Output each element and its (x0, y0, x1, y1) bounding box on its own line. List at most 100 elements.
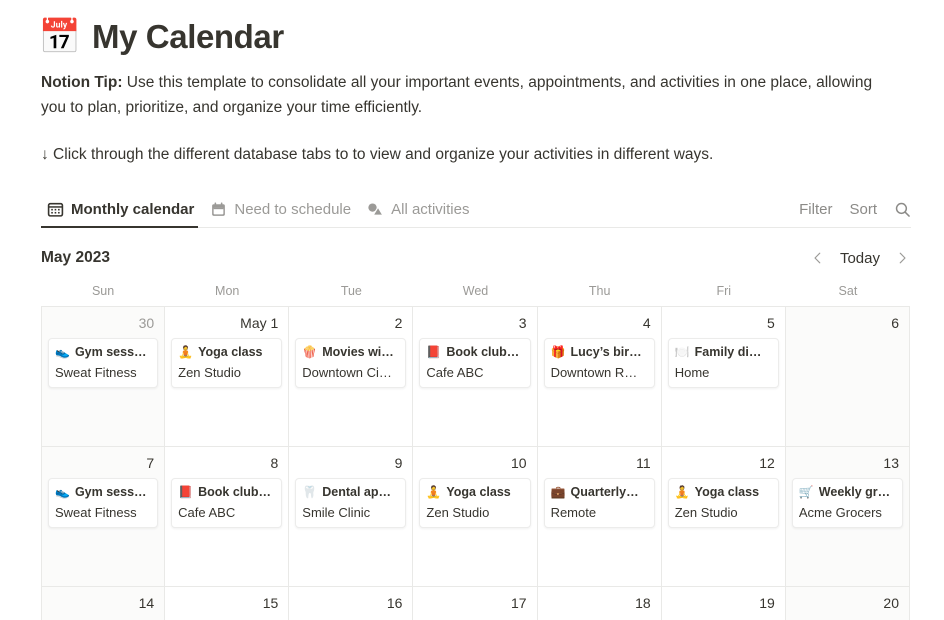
event-title: Yoga class (446, 485, 511, 499)
popcorn-emoji: 🍿 (302, 345, 318, 359)
day-of-week-label: Tue (340, 284, 362, 298)
calendar-day-cell[interactable]: 17 (413, 587, 538, 620)
database-tabbar: Monthly calendar Need to schedule All ac… (41, 192, 911, 228)
yoga-emoji: 🧘 (426, 485, 442, 499)
sort-button[interactable]: Sort (849, 201, 877, 218)
calendar-event-card[interactable]: 🧘 Yoga class Zen Studio (171, 338, 283, 388)
event-location: Cafe ABC (178, 505, 236, 520)
calendar-day-cell[interactable]: May 1 🧘 Yoga class Zen Studio (165, 307, 290, 446)
calendar-event-card[interactable]: 🍽️ Family di… Home (667, 338, 779, 388)
tab-need-to-schedule[interactable]: Need to schedule (204, 201, 361, 227)
event-title: Yoga class (198, 345, 263, 359)
calendar-event-card[interactable]: 🧘 Yoga class Zen Studio (419, 478, 531, 528)
calendar-day-cell[interactable]: 30 👟 Gym sess… Sweat Fitness (41, 307, 166, 446)
tab-all-activities[interactable]: All activities (361, 201, 479, 227)
day-of-week-label: Mon (215, 284, 240, 298)
calendar-day-cell[interactable]: 8 📕 Book club… Cafe ABC (165, 447, 290, 586)
calendar-day-cell[interactable]: 14 (41, 587, 166, 620)
calendar-event-card[interactable]: 🧘 Yoga class Zen Studio (667, 478, 779, 528)
day-of-week-label: Sat (838, 284, 858, 298)
day-number: 6 (891, 315, 899, 331)
calendar-day-cell[interactable]: 6 (785, 307, 910, 446)
calendar-event-card[interactable]: 👟 Gym sess… Sweat Fitness (48, 338, 159, 388)
cart-emoji: 🛒 (798, 485, 814, 499)
calendar-day-cell[interactable]: 20 (785, 587, 910, 620)
event-title-row: 🍽️ Family di… (675, 344, 772, 361)
calendar-event-card[interactable]: 💼 Quarterly… Remote (543, 478, 655, 528)
calendar-day-cell[interactable]: 15 (165, 587, 290, 620)
calendar-day-cell[interactable]: 18 (537, 587, 662, 620)
event-title-row: 🧘 Yoga class (675, 484, 772, 501)
calendar-event-card[interactable]: 📕 Book club… Cafe ABC (171, 478, 283, 528)
tab-monthly-calendar[interactable]: Monthly calendar (41, 201, 204, 228)
tab-label: All activities (391, 201, 470, 218)
event-title-row: 🎁 Lucy’s bir… (551, 344, 648, 361)
event-title-row: 🦷 Dental ap… (302, 484, 399, 501)
event-title-row: 💼 Quarterly… (551, 484, 648, 501)
tooth-emoji: 🦷 (302, 485, 318, 499)
calendar-day-cell[interactable]: 2 🍿 Movies wi… Downtown Ci… (289, 307, 414, 446)
event-title-row: 🧘 Yoga class (178, 344, 275, 361)
nav-controls: Today (809, 249, 911, 267)
plate-emoji: 🍽️ (674, 345, 690, 359)
filter-button[interactable]: Filter (799, 201, 832, 218)
notion-tip: Notion Tip: Use this template to consoli… (41, 70, 881, 120)
calendar-day-cell[interactable]: 3 📕 Book club… Cafe ABC (413, 307, 538, 446)
event-title: Movies wi… (322, 345, 394, 359)
day-number: 15 (262, 595, 279, 611)
calendar-page: 📅 My Calendar Notion Tip: Use this templ… (0, 0, 944, 620)
calendar-day-cell[interactable]: 10 🧘 Yoga class Zen Studio (413, 447, 538, 586)
tab-list: Monthly calendar Need to schedule All ac… (41, 201, 479, 228)
calendar-day-cell[interactable]: 13 🛒 Weekly gr… Acme Grocers (785, 447, 910, 586)
event-title: Dental ap… (322, 485, 391, 499)
yoga-emoji: 🧘 (178, 345, 194, 359)
yoga-emoji: 🧘 (674, 485, 690, 499)
event-location: Cafe ABC (426, 365, 484, 380)
day-number: 13 (883, 455, 899, 471)
event-title-row: 🧘 Yoga class (426, 484, 523, 501)
event-location: Sweat Fitness (55, 505, 137, 520)
sneaker-emoji: 👟 (55, 345, 70, 359)
calendar-day-cell[interactable]: 11 💼 Quarterly… Remote (537, 447, 662, 586)
event-title: Book club… (198, 485, 272, 499)
calendar-grid-icon (47, 201, 64, 218)
calendar-event-card[interactable]: 🛒 Weekly gr… Acme Grocers (791, 478, 903, 528)
day-number: 11 (636, 455, 651, 471)
month-navigation: May 2023 Today (41, 240, 911, 276)
today-button[interactable]: Today (838, 250, 882, 267)
calendar-day-cell[interactable]: 16 (289, 587, 414, 620)
chevron-right-icon[interactable] (893, 249, 911, 267)
calendar-week-row: 30 👟 Gym sess… Sweat Fitness May 1 🧘 Yoga clas… (41, 307, 910, 447)
day-number: 17 (510, 595, 527, 611)
page-title: My Calendar (92, 17, 284, 55)
calendar-day-cell[interactable]: 9 🦷 Dental ap… Smile Clinic (289, 447, 414, 586)
event-location: Zen Studio (426, 505, 490, 520)
day-number: 7 (146, 455, 155, 471)
view-tools: Filter Sort (799, 201, 911, 227)
day-of-week-label: Sun (91, 284, 115, 298)
calendar-day-cell[interactable]: 19 (661, 587, 786, 620)
calendar-day-cell[interactable]: 4 🎁 Lucy’s bir… Downtown R… (537, 307, 662, 446)
calendar-day-cell[interactable]: 12 🧘 Yoga class Zen Studio (661, 447, 786, 586)
event-location: Acme Grocers (798, 505, 882, 520)
tab-label: Monthly calendar (71, 201, 195, 218)
calendar-event-card[interactable]: 🍿 Movies wi… Downtown Ci… (295, 338, 407, 388)
event-location: Smile Clinic (302, 505, 371, 520)
month-label: May 2023 (41, 249, 110, 266)
calendar-event-card[interactable]: 👟 Gym sess… Sweat Fitness (48, 478, 159, 528)
calendar-day-cell[interactable]: 7 👟 Gym sess… Sweat Fitness (41, 447, 166, 586)
calendar-event-card[interactable]: 📕 Book club… Cafe ABC (419, 338, 531, 388)
gift-emoji: 🎁 (550, 345, 566, 359)
chevron-left-icon[interactable] (809, 249, 827, 267)
notion-tip-text: Use this template to consolidate all you… (41, 74, 873, 116)
day-number: 18 (635, 595, 651, 611)
briefcase-emoji: 💼 (550, 485, 566, 499)
book-emoji: 📕 (426, 345, 442, 359)
search-icon[interactable] (894, 201, 911, 218)
day-number: 14 (138, 595, 155, 611)
sneaker-emoji: 👟 (55, 485, 70, 499)
calendar-event-card[interactable]: 🎁 Lucy’s bir… Downtown R… (543, 338, 655, 388)
calendar-event-card[interactable]: 🦷 Dental ap… Smile Clinic (295, 478, 407, 528)
calendar-day-cell[interactable]: 5 🍽️ Family di… Home (661, 307, 786, 446)
event-location: Downtown R… (550, 365, 638, 380)
